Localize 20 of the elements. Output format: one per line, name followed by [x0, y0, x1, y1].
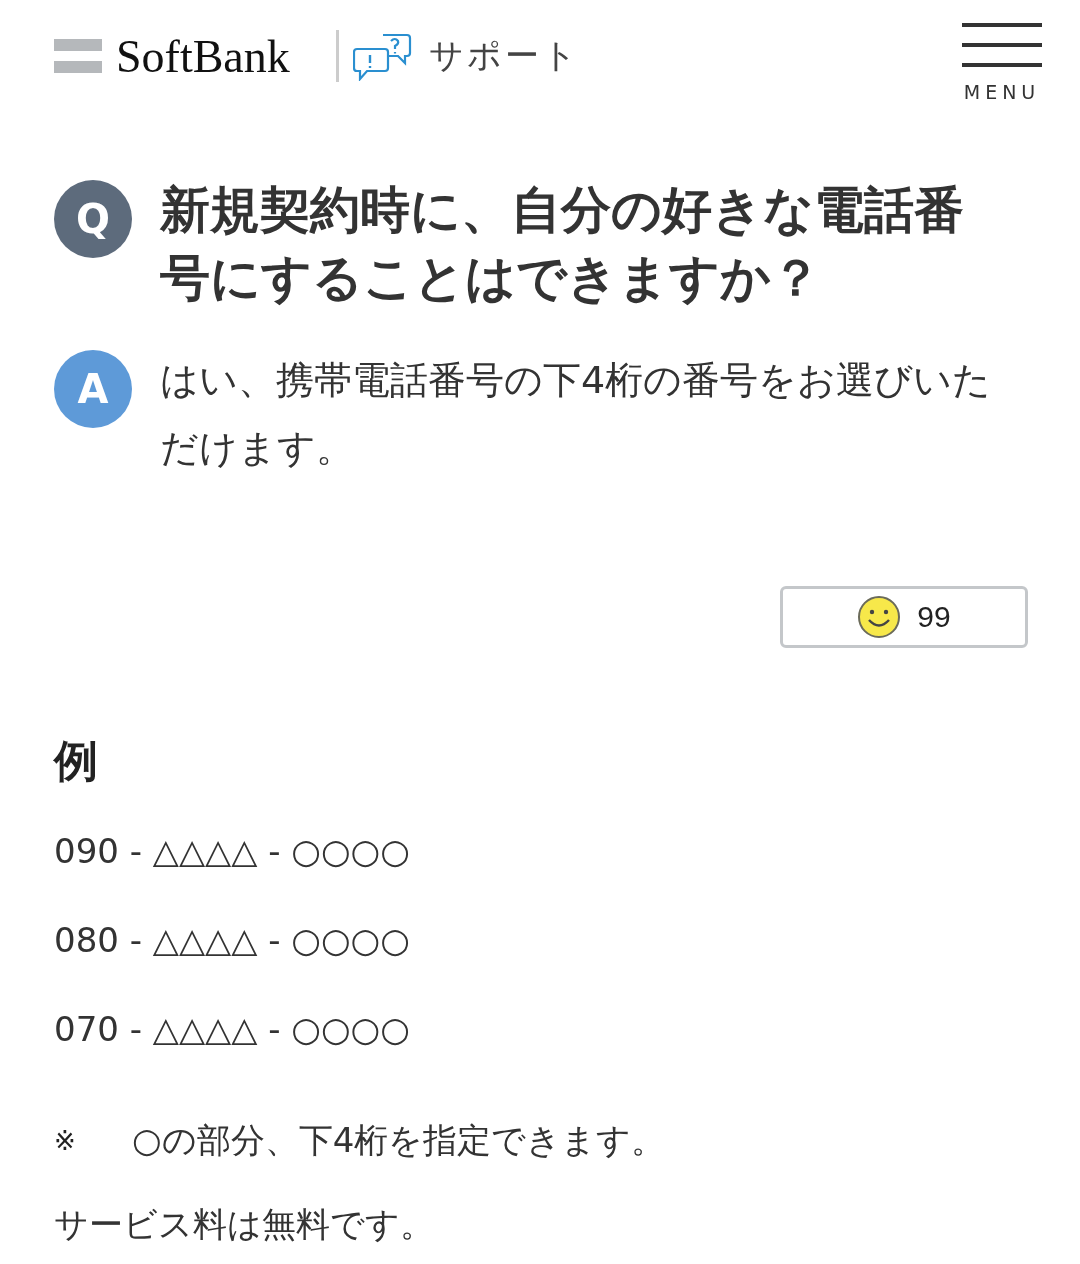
answer-text: はい、携帯電話番号の下4桁の番号をお選びいただけます。	[160, 357, 993, 472]
question-title: 新規契約時に、自分の好きな電話番号にすることはできますか？	[160, 180, 965, 309]
section-heading: 例	[54, 734, 99, 788]
smiley-icon	[857, 595, 902, 639]
menu-button[interactable]: MENU	[962, 23, 1042, 103]
menu-icon	[962, 23, 1042, 67]
example-number: 070 - △△△△ - ○○○○	[54, 1008, 411, 1051]
example-number: 090 - △△△△ - ○○○○	[54, 830, 411, 873]
question-badge: Q	[54, 180, 132, 258]
logo-icon	[54, 39, 102, 73]
answer-badge: A	[54, 350, 132, 428]
chat-bubbles-icon	[352, 31, 413, 81]
helpful-button[interactable]: 99	[780, 586, 1028, 648]
example-number: 080 - △△△△ - ○○○○	[54, 919, 411, 962]
note-mark: ※	[54, 1126, 77, 1156]
body-text: サービス料は無料です。	[54, 1203, 435, 1246]
logo-text: SoftBank	[116, 29, 290, 83]
logo[interactable]: SoftBank	[54, 29, 290, 83]
note-text: ○の部分、下4桁を指定できます。	[132, 1119, 666, 1162]
support-link[interactable]: サポート	[352, 31, 580, 81]
